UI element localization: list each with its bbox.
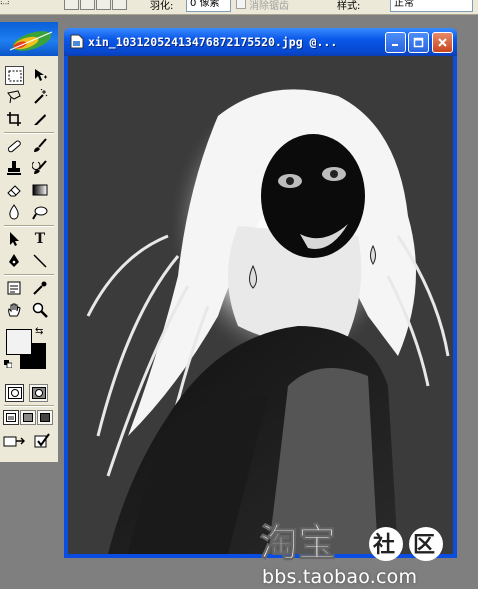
checkmark-icon[interactable]	[33, 432, 51, 450]
type-tool-icon[interactable]: T	[31, 230, 49, 248]
brush-tool-icon[interactable]	[31, 137, 49, 155]
new-selection-mode-button[interactable]	[64, 0, 79, 10]
minimize-icon	[392, 44, 398, 46]
feather-label: 羽化:	[150, 1, 174, 12]
hand-tool-icon[interactable]	[5, 301, 23, 319]
toolbox-header[interactable]	[0, 22, 58, 56]
notes-tool-icon[interactable]	[5, 279, 23, 297]
swap-colors-icon[interactable]: ⇆	[35, 326, 43, 337]
style-label: 样式:	[337, 1, 361, 12]
crop-tool-icon[interactable]	[5, 110, 23, 128]
svg-text:淘宝: 淘宝	[260, 521, 336, 565]
move-tool-icon[interactable]	[31, 66, 49, 84]
photoshop-feather-logo-icon	[9, 31, 53, 51]
lasso-tool-icon[interactable]	[5, 88, 23, 106]
zoom-tool-icon[interactable]	[31, 301, 49, 319]
rect-marquee-tool-icon[interactable]	[5, 66, 24, 85]
options-bar: 羽化: 0 像素 消除锯齿 样式: 正常 ⬚	[0, 0, 478, 15]
full-screen-mode-button[interactable]	[37, 410, 53, 425]
standard-screen-mode-button[interactable]	[3, 410, 19, 425]
watermark-url: bbs.taobao.com	[262, 566, 418, 588]
toolbox-panel: T ⇆	[0, 22, 59, 462]
inverted-portrait-image	[68, 56, 453, 554]
dodge-tool-icon[interactable]	[31, 203, 49, 221]
maximize-icon	[413, 37, 424, 48]
svg-text:社: 社	[373, 532, 395, 558]
standard-mode-button[interactable]	[5, 384, 24, 402]
subtract-selection-mode-button[interactable]	[96, 0, 111, 10]
eraser-tool-icon[interactable]	[5, 181, 23, 199]
intersect-selection-mode-button[interactable]	[112, 0, 127, 10]
style-select[interactable]: 正常	[390, 0, 473, 12]
antialias-checkbox[interactable]	[236, 0, 246, 9]
minimize-button[interactable]	[385, 32, 406, 53]
slice-tool-icon[interactable]	[31, 110, 49, 128]
clone-stamp-tool-icon[interactable]	[5, 159, 23, 177]
path-select-tool-icon[interactable]	[5, 230, 23, 248]
document-window: xin_10312052413476872175520.jpg @...	[64, 28, 457, 558]
toolbox-divider	[4, 274, 54, 276]
image-canvas[interactable]	[68, 56, 453, 554]
document-title-bar[interactable]: xin_10312052413476872175520.jpg @...	[64, 28, 457, 56]
document-icon	[70, 34, 84, 49]
toolbox-divider	[4, 405, 54, 407]
full-screen-menu-mode-button[interactable]	[20, 410, 36, 425]
gradient-tool-icon[interactable]	[31, 181, 49, 199]
toolbox-divider	[4, 132, 54, 134]
close-icon	[438, 38, 447, 47]
marquee-preset-icon[interactable]: ⬚	[0, 0, 20, 9]
toolbox-divider	[4, 225, 54, 227]
svg-text:区: 区	[413, 533, 435, 558]
healing-brush-tool-icon[interactable]	[5, 137, 23, 155]
jump-to-imageready-icon[interactable]	[3, 432, 31, 450]
taobao-community-logo: 淘宝 社 区	[260, 521, 443, 566]
foreground-color-swatch[interactable]	[6, 329, 32, 355]
quick-mask-mode-button[interactable]	[29, 384, 48, 402]
pen-tool-icon[interactable]	[5, 252, 23, 270]
default-colors-icon[interactable]	[4, 360, 12, 368]
close-button[interactable]	[432, 32, 453, 53]
maximize-button[interactable]	[408, 32, 429, 53]
antialias-label: 消除锯齿	[249, 1, 289, 12]
line-tool-icon[interactable]	[31, 252, 49, 270]
blur-tool-icon[interactable]	[5, 203, 23, 221]
add-selection-mode-button[interactable]	[80, 0, 95, 10]
feather-input[interactable]: 0 像素	[186, 0, 231, 12]
eyedropper-tool-icon[interactable]	[31, 279, 49, 297]
history-brush-tool-icon[interactable]	[31, 159, 49, 177]
document-title: xin_10312052413476872175520.jpg @...	[88, 35, 338, 49]
magic-wand-tool-icon[interactable]	[31, 88, 49, 106]
